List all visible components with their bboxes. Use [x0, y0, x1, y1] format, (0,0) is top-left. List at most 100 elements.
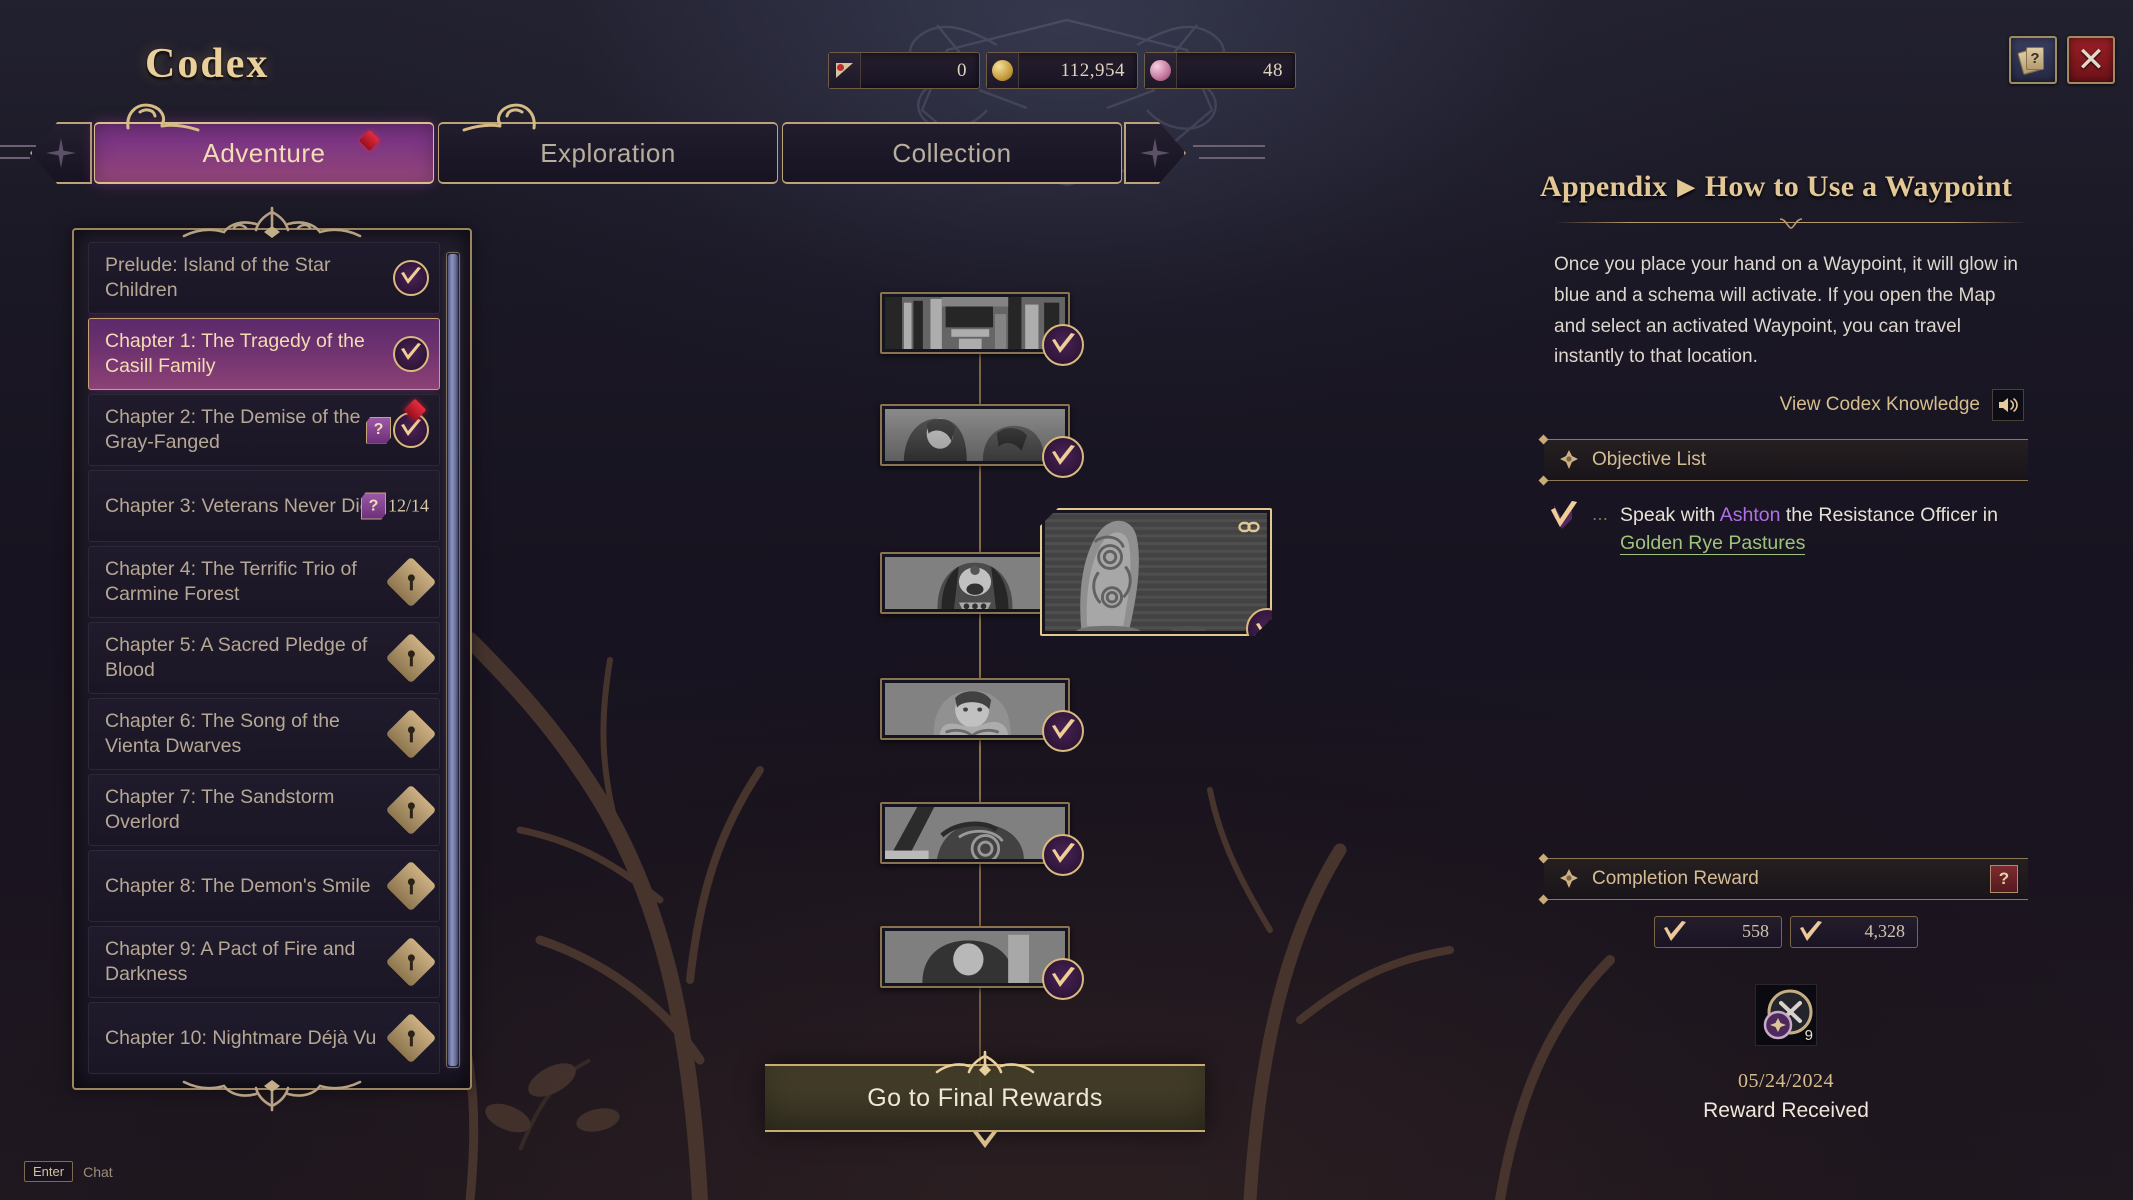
reward-status: Reward Received [1703, 1098, 1869, 1122]
help-button[interactable]: ? [2009, 36, 2057, 84]
tab-right-cap[interactable] [1124, 122, 1186, 184]
quest-node-6[interactable] [880, 926, 1084, 1000]
chapter-status [385, 556, 437, 608]
unknown-quest-badge-icon[interactable]: ? [360, 492, 386, 520]
scrollbar-thumb[interactable] [448, 254, 458, 1066]
cta-flourish-icon [935, 1050, 1035, 1076]
codex-screen: Codex 0 112,954 48 ? ✕ Adventure Explora… [0, 0, 2133, 1200]
reward-value: 4,328 [1864, 921, 1906, 942]
objective-check-icon [1548, 501, 1580, 531]
quest-node-4[interactable] [880, 678, 1084, 752]
chapter-status [385, 936, 437, 988]
enter-key-badge[interactable]: Enter [24, 1161, 74, 1182]
currency-gem[interactable]: 48 [1144, 52, 1296, 89]
reward-value: 558 [1742, 921, 1769, 942]
speaker-button[interactable] [1992, 389, 2024, 422]
quest-node-2[interactable] [880, 404, 1084, 478]
currency-pennant[interactable]: 0 [828, 52, 980, 89]
tab-bar: Adventure Exploration Collection [30, 120, 1186, 186]
chapter-row-8[interactable]: Chapter 8: The Demon's Smile [88, 850, 440, 922]
chat-hint: Enter Chat [24, 1161, 113, 1182]
chapter-list-scrollbar[interactable] [446, 252, 460, 1068]
chapter-status: ? [366, 398, 429, 448]
objective-prefix: Speak with [1620, 504, 1720, 527]
tab-label: Collection [892, 137, 1012, 168]
pink-gem-icon [1145, 53, 1177, 88]
window-buttons: ? ✕ [2009, 36, 2115, 84]
close-button[interactable]: ✕ [2067, 36, 2115, 84]
completion-reward-help-button[interactable]: ? [1990, 864, 2018, 893]
reward-item-slot[interactable]: 9 [1755, 983, 1817, 1046]
quest-thumbnail [1045, 513, 1267, 631]
chapter-title: Chapter 8: The Demon's Smile [105, 874, 371, 897]
objective-npc-name: Ashton [1719, 504, 1781, 527]
objective-item: ⋯ Speak with Ashton the Resistance Offic… [1548, 501, 2028, 558]
tab-exploration[interactable]: Exploration [438, 122, 778, 184]
chapter-status [385, 860, 437, 912]
reward-date: 05/24/2024 [1737, 1069, 1835, 1092]
currency-value: 112,954 [1060, 59, 1125, 81]
complete-check-icon [1042, 436, 1084, 478]
appendix-body-text: Once you place your hand on a Waypoint, … [1554, 254, 2018, 368]
chapter-row-2[interactable]: Chapter 2: The Demise of the Gray-Fanged… [88, 394, 440, 466]
page-title: Codex [145, 41, 270, 87]
tab-collection[interactable]: Collection [782, 122, 1122, 184]
chapter-row-prelude[interactable]: Prelude: Island of the Star Children [88, 242, 440, 314]
chat-label: Chat [83, 1163, 113, 1180]
chapter-status [385, 708, 437, 760]
appendix-breadcrumb: Appendix ▶ How to Use a Waypoint [1540, 170, 2060, 204]
view-codex-knowledge-link[interactable]: View Codex Knowledge [1780, 394, 1980, 416]
lock-icon [385, 860, 437, 912]
title-divider [1554, 218, 2028, 229]
currency-value: 48 [1263, 59, 1283, 81]
fleur-icon [1560, 450, 1578, 470]
panel-ornament-top-icon [182, 206, 362, 238]
tab-adventure[interactable]: Adventure [94, 122, 434, 184]
chapter-row-10[interactable]: Chapter 10: Nightmare Déjà Vu [88, 1002, 440, 1074]
chapter-title: Chapter 3: Veterans Never Die [105, 494, 371, 517]
reward-item-quantity: 9 [1804, 1026, 1813, 1044]
chapter-status: ? 12/14 [360, 492, 429, 520]
chapter-row-1[interactable]: Chapter 1: The Tragedy of the Casill Fam… [88, 318, 440, 390]
completion-reward-body: 558 4,328 9 05/24/2024 Reward Received [1540, 915, 2032, 1123]
chapter-row-4[interactable]: Chapter 4: The Terrific Trio of Carmine … [88, 546, 440, 618]
currency-gold[interactable]: 112,954 [986, 52, 1138, 89]
quest-node-1[interactable] [880, 292, 1084, 366]
detail-panel: Appendix ▶ How to Use a Waypoint Once yo… [1538, 170, 2060, 1160]
speaker-icon [1999, 398, 2018, 413]
chapter-title: Chapter 7: The Sandstorm Overlord [105, 786, 335, 833]
reward-value-row: 558 4,328 [1540, 915, 2032, 948]
chapter-status [393, 336, 429, 372]
chapter-title: Chapter 4: The Terrific Trio of Carmine … [105, 558, 357, 605]
divider-drop-icon [1780, 218, 1802, 229]
objective-text: Speak with Ashton the Resistance Officer… [1620, 501, 2028, 558]
tab-label: Exploration [540, 137, 676, 168]
chevron-right-icon: ▶ [1677, 174, 1695, 199]
four-point-star-icon [46, 138, 76, 168]
unknown-quest-badge-icon[interactable]: ? [366, 416, 391, 444]
appendix-prefix: Appendix [1540, 170, 1668, 203]
quest-node-3-detail[interactable] [1040, 508, 1272, 636]
objective-list-header: Objective List [1538, 434, 2028, 486]
chapter-row-3[interactable]: Chapter 3: Veterans Never Die ? 12/14 [88, 470, 440, 542]
quest-thumbnail [885, 807, 1065, 859]
chapter-status [385, 784, 437, 836]
cta-label: Go to Final Rewards [867, 1083, 1103, 1112]
codex-knowledge-row: View Codex Knowledge [1540, 389, 2024, 422]
quest-thumbnail [885, 931, 1065, 983]
quest-thumbnail [885, 557, 1065, 609]
chapter-row-5[interactable]: Chapter 5: A Sacred Pledge of Blood [88, 622, 440, 694]
quest-node-5[interactable] [880, 802, 1084, 876]
quest-tree [880, 280, 1360, 1120]
chapter-title: Chapter 6: The Song of the Vienta Dwarve… [105, 710, 340, 757]
go-to-final-rewards-button[interactable]: Go to Final Rewards [765, 1050, 1205, 1148]
chapter-list[interactable]: Prelude: Island of the Star Children Cha… [88, 242, 440, 1080]
complete-check-icon [1042, 958, 1084, 1000]
complete-check-icon [1042, 834, 1084, 876]
roster-xp-icon [1655, 917, 1695, 947]
chapter-title: Chapter 5: A Sacred Pledge of Blood [105, 634, 368, 681]
objective-location[interactable]: Golden Rye Pastures [1620, 532, 1806, 556]
chapter-row-7[interactable]: Chapter 7: The Sandstorm Overlord [88, 774, 440, 846]
chapter-row-6[interactable]: Chapter 6: The Song of the Vienta Dwarve… [88, 698, 440, 770]
chapter-row-9[interactable]: Chapter 9: A Pact of Fire and Darkness [88, 926, 440, 998]
